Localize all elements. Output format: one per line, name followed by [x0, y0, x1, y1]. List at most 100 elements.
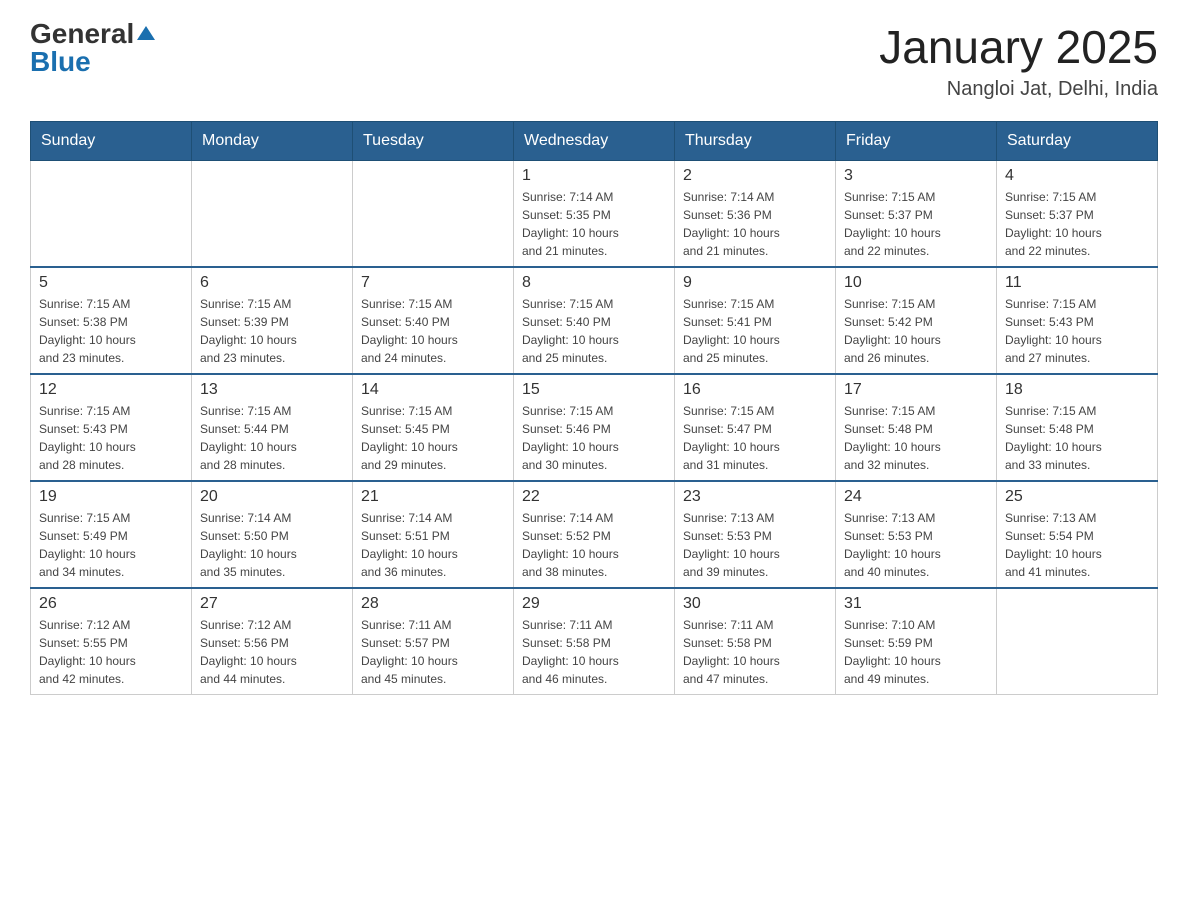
- day-cell: [31, 161, 192, 268]
- day-number: 29: [522, 595, 666, 613]
- day-info: Sunrise: 7:11 AM Sunset: 5:58 PM Dayligh…: [522, 616, 666, 688]
- day-info: Sunrise: 7:15 AM Sunset: 5:39 PM Dayligh…: [200, 295, 344, 367]
- day-number: 11: [1005, 274, 1149, 292]
- day-cell: 18 Sunrise: 7:15 AM Sunset: 5:48 PM Dayli…: [997, 374, 1158, 481]
- day-number: 31: [844, 595, 988, 613]
- day-number: 7: [361, 274, 505, 292]
- day-cell: 25 Sunrise: 7:13 AM Sunset: 5:54 PM Dayli…: [997, 481, 1158, 588]
- day-info: Sunrise: 7:10 AM Sunset: 5:59 PM Dayligh…: [844, 616, 988, 688]
- header-monday: Monday: [192, 122, 353, 161]
- day-info: Sunrise: 7:15 AM Sunset: 5:43 PM Dayligh…: [39, 402, 183, 474]
- day-info: Sunrise: 7:15 AM Sunset: 5:37 PM Dayligh…: [844, 188, 988, 260]
- page-header: General Blue January 2025 Nangloi Jat, D…: [30, 20, 1158, 101]
- day-info: Sunrise: 7:14 AM Sunset: 5:51 PM Dayligh…: [361, 509, 505, 581]
- day-cell: [192, 161, 353, 268]
- title-section: January 2025 Nangloi Jat, Delhi, India: [879, 20, 1158, 101]
- day-info: Sunrise: 7:15 AM Sunset: 5:40 PM Dayligh…: [361, 295, 505, 367]
- logo-triangle-icon: [137, 26, 155, 40]
- day-cell: 9Sunrise: 7:15 AM Sunset: 5:41 PM Daylig…: [675, 267, 836, 374]
- day-info: Sunrise: 7:14 AM Sunset: 5:50 PM Dayligh…: [200, 509, 344, 581]
- day-cell: 22 Sunrise: 7:14 AM Sunset: 5:52 PM Dayli…: [514, 481, 675, 588]
- day-number: 8: [522, 274, 666, 292]
- day-cell: 6Sunrise: 7:15 AM Sunset: 5:39 PM Daylig…: [192, 267, 353, 374]
- day-number: 4: [1005, 167, 1149, 185]
- day-number: 5: [39, 274, 183, 292]
- day-info: Sunrise: 7:12 AM Sunset: 5:55 PM Dayligh…: [39, 616, 183, 688]
- day-info: Sunrise: 7:15 AM Sunset: 5:40 PM Dayligh…: [522, 295, 666, 367]
- day-cell: 2 Sunrise: 7:14 AM Sunset: 5:36 PM Daylig…: [675, 161, 836, 268]
- day-number: 28: [361, 595, 505, 613]
- day-cell: 14 Sunrise: 7:15 AM Sunset: 5:45 PM Dayli…: [353, 374, 514, 481]
- day-info: Sunrise: 7:15 AM Sunset: 5:49 PM Dayligh…: [39, 509, 183, 581]
- week-row-1: 1 Sunrise: 7:14 AM Sunset: 5:35 PM Daylig…: [31, 161, 1158, 268]
- day-number: 12: [39, 381, 183, 399]
- header-thursday: Thursday: [675, 122, 836, 161]
- header-sunday: Sunday: [31, 122, 192, 161]
- calendar-title: January 2025: [879, 20, 1158, 74]
- day-cell: 8 Sunrise: 7:15 AM Sunset: 5:40 PM Daylig…: [514, 267, 675, 374]
- day-info: Sunrise: 7:14 AM Sunset: 5:36 PM Dayligh…: [683, 188, 827, 260]
- day-number: 2: [683, 167, 827, 185]
- day-info: Sunrise: 7:14 AM Sunset: 5:35 PM Dayligh…: [522, 188, 666, 260]
- day-cell: 20Sunrise: 7:14 AM Sunset: 5:50 PM Dayli…: [192, 481, 353, 588]
- day-number: 22: [522, 488, 666, 506]
- day-number: 3: [844, 167, 988, 185]
- day-info: Sunrise: 7:15 AM Sunset: 5:47 PM Dayligh…: [683, 402, 827, 474]
- day-cell: 26 Sunrise: 7:12 AM Sunset: 5:55 PM Dayli…: [31, 588, 192, 695]
- day-info: Sunrise: 7:15 AM Sunset: 5:48 PM Dayligh…: [1005, 402, 1149, 474]
- header-wednesday: Wednesday: [514, 122, 675, 161]
- day-number: 14: [361, 381, 505, 399]
- day-cell: 4 Sunrise: 7:15 AM Sunset: 5:37 PM Daylig…: [997, 161, 1158, 268]
- day-cell: 13Sunrise: 7:15 AM Sunset: 5:44 PM Dayli…: [192, 374, 353, 481]
- day-number: 10: [844, 274, 988, 292]
- day-number: 25: [1005, 488, 1149, 506]
- day-number: 26: [39, 595, 183, 613]
- day-number: 30: [683, 595, 827, 613]
- day-info: Sunrise: 7:14 AM Sunset: 5:52 PM Dayligh…: [522, 509, 666, 581]
- day-info: Sunrise: 7:11 AM Sunset: 5:57 PM Dayligh…: [361, 616, 505, 688]
- day-number: 15: [522, 381, 666, 399]
- day-cell: 27Sunrise: 7:12 AM Sunset: 5:56 PM Dayli…: [192, 588, 353, 695]
- header-tuesday: Tuesday: [353, 122, 514, 161]
- week-row-4: 19Sunrise: 7:15 AM Sunset: 5:49 PM Dayli…: [31, 481, 1158, 588]
- day-info: Sunrise: 7:13 AM Sunset: 5:53 PM Dayligh…: [683, 509, 827, 581]
- logo: General Blue: [30, 20, 155, 76]
- week-row-3: 12 Sunrise: 7:15 AM Sunset: 5:43 PM Dayli…: [31, 374, 1158, 481]
- day-info: Sunrise: 7:15 AM Sunset: 5:41 PM Dayligh…: [683, 295, 827, 367]
- day-info: Sunrise: 7:13 AM Sunset: 5:54 PM Dayligh…: [1005, 509, 1149, 581]
- day-number: 18: [1005, 381, 1149, 399]
- day-cell: 29 Sunrise: 7:11 AM Sunset: 5:58 PM Dayli…: [514, 588, 675, 695]
- calendar-table: SundayMondayTuesdayWednesdayThursdayFrid…: [30, 121, 1158, 695]
- day-cell: 23 Sunrise: 7:13 AM Sunset: 5:53 PM Dayli…: [675, 481, 836, 588]
- day-cell: 7 Sunrise: 7:15 AM Sunset: 5:40 PM Daylig…: [353, 267, 514, 374]
- day-info: Sunrise: 7:15 AM Sunset: 5:44 PM Dayligh…: [200, 402, 344, 474]
- day-info: Sunrise: 7:15 AM Sunset: 5:42 PM Dayligh…: [844, 295, 988, 367]
- day-number: 23: [683, 488, 827, 506]
- day-info: Sunrise: 7:15 AM Sunset: 5:48 PM Dayligh…: [844, 402, 988, 474]
- header-friday: Friday: [836, 122, 997, 161]
- day-cell: [353, 161, 514, 268]
- day-info: Sunrise: 7:15 AM Sunset: 5:38 PM Dayligh…: [39, 295, 183, 367]
- day-cell: 11Sunrise: 7:15 AM Sunset: 5:43 PM Dayli…: [997, 267, 1158, 374]
- day-cell: 16Sunrise: 7:15 AM Sunset: 5:47 PM Dayli…: [675, 374, 836, 481]
- day-cell: 3 Sunrise: 7:15 AM Sunset: 5:37 PM Daylig…: [836, 161, 997, 268]
- day-cell: [997, 588, 1158, 695]
- day-info: Sunrise: 7:15 AM Sunset: 5:37 PM Dayligh…: [1005, 188, 1149, 260]
- day-number: 24: [844, 488, 988, 506]
- day-info: Sunrise: 7:15 AM Sunset: 5:45 PM Dayligh…: [361, 402, 505, 474]
- day-number: 1: [522, 167, 666, 185]
- day-number: 17: [844, 381, 988, 399]
- calendar-subtitle: Nangloi Jat, Delhi, India: [879, 78, 1158, 101]
- day-info: Sunrise: 7:15 AM Sunset: 5:46 PM Dayligh…: [522, 402, 666, 474]
- header-row: SundayMondayTuesdayWednesdayThursdayFrid…: [31, 122, 1158, 161]
- week-row-2: 5 Sunrise: 7:15 AM Sunset: 5:38 PM Daylig…: [31, 267, 1158, 374]
- day-cell: 19Sunrise: 7:15 AM Sunset: 5:49 PM Dayli…: [31, 481, 192, 588]
- day-cell: 17 Sunrise: 7:15 AM Sunset: 5:48 PM Dayli…: [836, 374, 997, 481]
- day-cell: 31 Sunrise: 7:10 AM Sunset: 5:59 PM Dayli…: [836, 588, 997, 695]
- logo-general-text: General: [30, 18, 134, 49]
- day-number: 21: [361, 488, 505, 506]
- day-cell: 24Sunrise: 7:13 AM Sunset: 5:53 PM Dayli…: [836, 481, 997, 588]
- day-cell: 21 Sunrise: 7:14 AM Sunset: 5:51 PM Dayli…: [353, 481, 514, 588]
- day-cell: 28 Sunrise: 7:11 AM Sunset: 5:57 PM Dayli…: [353, 588, 514, 695]
- logo-blue-text: Blue: [30, 46, 91, 77]
